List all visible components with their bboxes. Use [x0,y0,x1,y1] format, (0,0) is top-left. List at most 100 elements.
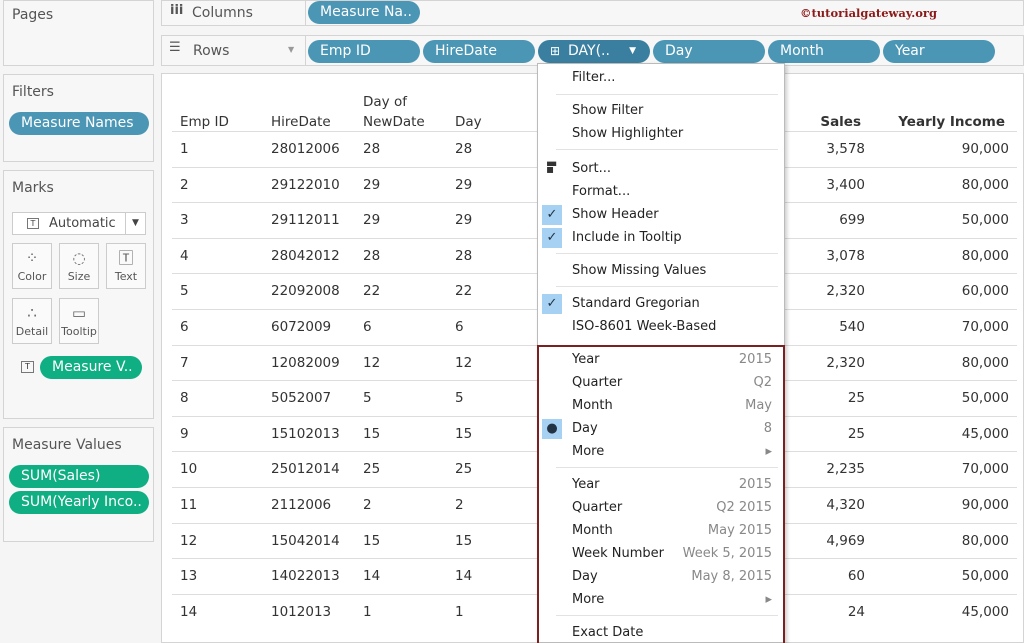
menu-continuous-year[interactable]: Year 2015 [572,475,772,495]
text-mark-icon: T [21,361,34,373]
table-cell: 22 [363,283,381,300]
check-icon: ✓ [542,205,562,225]
menu-format[interactable]: Format... [572,182,772,202]
menu-continuous-more[interactable]: More ▸ [572,590,772,610]
size-card[interactable]: ◌ Size [59,243,99,289]
card-label: Detail [15,325,49,338]
menu-show-missing-values[interactable]: Show Missing Values [572,261,772,281]
table-cell: 1 [363,603,372,620]
table-cell: 1 [455,603,464,620]
menu-item-label: Month [572,523,613,538]
table-cell: 9 [180,425,189,442]
table-cell: 14 [363,568,381,585]
menu-discrete-more[interactable]: More ▸ [572,442,772,462]
columns-pill-measure-names[interactable]: Measure Na.. [308,1,420,24]
rows-shelf[interactable]: ☰ Rows ▼ Emp ID HireDate ⊞ DAY(.. ▼ Day … [161,35,1024,66]
table-cell: 22 [455,283,473,300]
yearly-income-cell: 45,000 [961,603,1009,620]
menu-continuous-month[interactable]: Month May 2015 [572,521,772,541]
table-cell: 5052007 [271,390,332,407]
sales-cell: 3,400 [826,176,865,193]
mark-type-label: Automatic [49,216,116,231]
rows-pill-day[interactable]: Day [653,40,765,63]
menu-item-value: Q2 2015 [716,500,772,515]
sales-cell: 3,078 [826,247,865,264]
tooltip-card[interactable]: ▭ Tooltip [59,298,99,344]
rows-pill-day-active[interactable]: ⊞ DAY(.. ▼ [538,40,650,63]
header-newdate: NewDate [363,114,425,130]
chevron-down-icon[interactable]: ▼ [288,45,294,54]
menu-item-label: Year [572,477,600,492]
menu-include-tooltip[interactable]: Include in Tooltip [572,228,772,248]
mark-type-dropdown[interactable]: T Automatic ▼ [12,212,146,235]
table-cell: 29 [455,176,473,193]
size-icon: ◌ [72,249,86,267]
measure-values-text-pill[interactable]: Measure V.. [40,356,142,379]
yearly-income-cell: 80,000 [961,176,1009,193]
chevron-down-icon[interactable]: ▼ [125,213,145,234]
table-cell: 22092008 [271,283,340,300]
menu-sort[interactable]: Sort... [572,159,772,179]
menu-exact-date[interactable]: Exact Date [572,623,772,643]
table-cell: 15102013 [271,425,340,442]
color-icon: ⁘ [25,249,39,267]
menu-continuous-quarter[interactable]: Quarter Q2 2015 [572,498,772,518]
table-cell: 28 [455,141,473,157]
table-cell: 1012013 [271,603,332,620]
detail-card[interactable]: ∴ Detail [12,298,52,344]
menu-item-label: Quarter [572,375,623,390]
card-label: Tooltip [61,325,97,338]
columns-shelf[interactable]: iii Columns Measure Na.. ©tutorialgatewa… [161,0,1024,26]
menu-discrete-year[interactable]: Year 2015 [572,350,772,370]
rows-pill-emp-id[interactable]: Emp ID [308,40,420,63]
card-label: Color [17,270,47,283]
marks-panel: Marks T Automatic ▼ ⁘ Color ◌ Size 🅃 Text ∴… [3,170,154,419]
menu-iso-week[interactable]: ISO-8601 Week-Based [572,317,772,337]
menu-filter[interactable]: Filter... [572,68,772,88]
table-cell: 12 [455,354,473,371]
menu-item-value: Week 5, 2015 [682,546,772,561]
check-icon: ✓ [542,228,562,248]
pill-sum-sales[interactable]: SUM(Sales) [9,465,149,488]
columns-icon: iii [170,3,184,18]
table-cell: 6072009 [271,319,332,335]
sales-cell: 3,578 [826,141,865,157]
menu-show-filter[interactable]: Show Filter [572,101,772,121]
sales-cell: 2,320 [826,283,865,300]
expand-icon: ⊞ [550,44,561,58]
table-cell: 14022013 [271,568,340,585]
check-icon: ✓ [542,294,562,314]
filter-pill-measure-names[interactable]: Measure Names [9,112,149,135]
menu-continuous-week-number[interactable]: Week Number Week 5, 2015 [572,544,772,564]
header-emp-id: Emp ID [180,114,229,130]
table-cell: 5 [363,390,372,407]
text-card[interactable]: 🅃 Text [106,243,146,289]
columns-label: Columns [192,5,253,21]
table-cell: 2 [363,497,372,513]
menu-show-highlighter[interactable]: Show Highlighter [572,124,772,144]
rows-pill-month[interactable]: Month [768,40,880,63]
menu-discrete-quarter[interactable]: Quarter Q2 [572,373,772,393]
table-cell: 2 [180,176,189,193]
sales-cell: 540 [839,319,865,335]
table-cell: 15 [363,532,381,549]
rows-pill-year[interactable]: Year [883,40,995,63]
menu-show-header[interactable]: Show Header [572,205,772,225]
menu-continuous-day[interactable]: Day May 8, 2015 [572,567,772,587]
pill-sum-yearly-income[interactable]: SUM(Yearly Inco.. [9,491,149,514]
menu-standard-gregorian[interactable]: Standard Gregorian [572,294,772,314]
chevron-down-icon[interactable]: ▼ [629,40,636,63]
table-cell: 8 [180,390,189,407]
table-cell: 5 [180,283,189,300]
table-cell: 3 [180,212,189,229]
marks-title: Marks [12,180,54,196]
color-card[interactable]: ⁘ Color [12,243,52,289]
table-cell: 12 [363,354,381,371]
menu-discrete-month[interactable]: Month May [572,396,772,416]
rows-pill-hiredate[interactable]: HireDate [423,40,535,63]
menu-item-label: Day [572,569,598,584]
menu-discrete-day[interactable]: Day 8 [572,419,772,439]
yearly-income-cell: 50,000 [961,390,1009,407]
table-cell: 7 [180,354,189,371]
measure-values-title: Measure Values [12,437,122,453]
